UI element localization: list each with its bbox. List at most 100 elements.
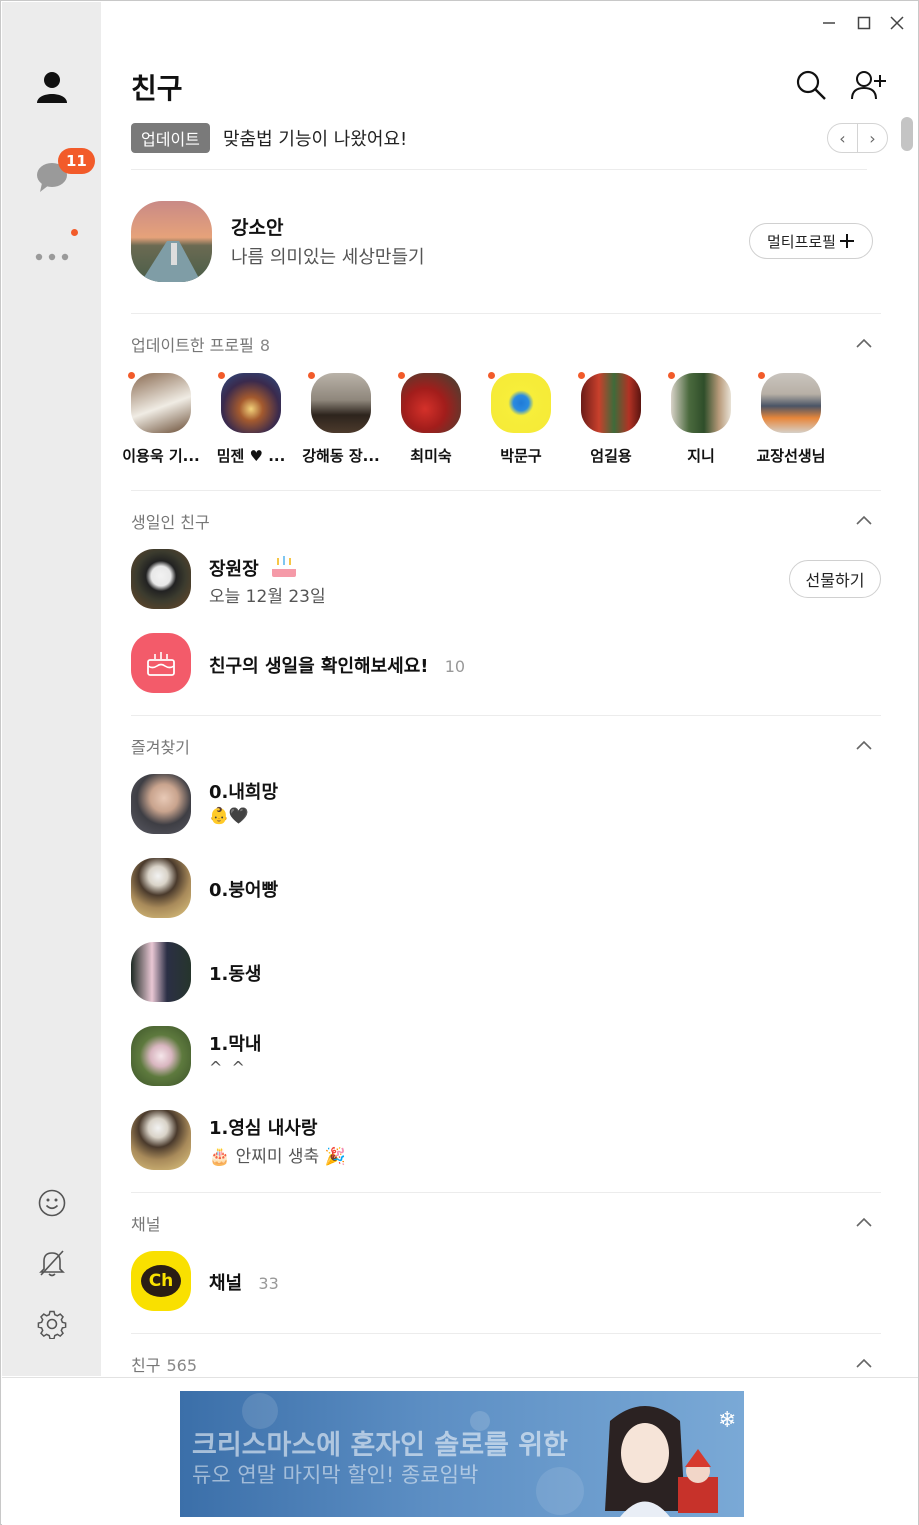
favorites-section-title[interactable]: 즐겨찾기 [131,734,190,758]
profile-name: 최미숙 [410,447,452,465]
favorite-name[interactable]: 1.영심 내사랑 [209,1114,317,1140]
favorite-avatar[interactable] [131,774,191,834]
person-icon [37,72,67,103]
chevron-up-icon[interactable] [853,1211,875,1233]
svg-text:❄: ❄ [718,1408,736,1433]
gift-button[interactable]: 선물하기 [789,560,881,598]
birthday-check-row[interactable]: 친구의 생일을 확인해보세요! 10 [209,652,465,678]
profile-name: 박문구 [500,447,542,465]
profile-name: 교장선생님 [756,447,826,465]
favorite-avatar[interactable] [131,942,191,1002]
updated-profiles-count: 8 [259,336,271,355]
divider [131,1333,881,1334]
profile-avatar [311,373,371,433]
chevron-up-icon[interactable] [853,1352,875,1374]
minimize-icon[interactable] [815,9,843,37]
ad-banner[interactable]: ❄ 크리스마스에 혼자인 솔로를 위한 듀오 연말 마지막 할인! 종료임박 [180,1391,744,1517]
profile-avatar [401,373,461,433]
cake-icon [271,556,296,577]
scrollbar-thumb[interactable] [901,117,913,151]
new-dot [398,372,405,379]
ad-headline: 크리스마스에 혼자인 솔로를 위한 [192,1430,568,1461]
divider [131,169,867,170]
my-profile-name: 강소안 [231,217,284,239]
channel-logo-text: Ch [141,1265,181,1297]
my-profile-avatar[interactable] [131,201,212,282]
profile-name: 지니 [687,447,715,465]
channel-row[interactable]: 채널 33 [209,1269,279,1295]
profile-avatar [671,373,731,433]
unread-badge: 11 [58,148,95,174]
new-dot [128,372,135,379]
smile-icon [38,1189,66,1217]
sidebar-item-settings[interactable] [27,1299,77,1349]
sidebar-item-emoticon[interactable] [27,1178,77,1228]
more-dots-icon [35,253,69,261]
profile-avatar [131,373,191,433]
update-badge: 업데이트 [131,123,210,153]
favorite-name[interactable]: 1.막내 [209,1030,261,1056]
channel-count: 33 [258,1274,279,1293]
ad-subline: 듀오 연말 마지막 할인! 종료임박 [192,1463,479,1487]
my-profile-status: 나름 의미있는 세상만들기 [231,247,425,268]
multi-profile-label: 멀티프로필 [766,232,836,251]
update-banner-text[interactable]: 맞춤법 기능이 나왔어요! [223,125,407,151]
bell-off-icon [39,1250,65,1277]
sidebar: 11 [2,2,101,1376]
banner-pager: ‹ › [827,123,888,153]
new-dot [71,229,78,236]
updated-profiles-header[interactable]: 업데이트한 프로필 8 [131,332,270,356]
favorite-avatar[interactable] [131,1110,191,1170]
gear-icon [37,1310,67,1339]
chevron-up-icon[interactable] [853,509,875,531]
new-dot [578,372,585,379]
favorite-status: 👶🖤 [209,806,249,825]
favorite-avatar[interactable] [131,858,191,918]
favorite-name[interactable]: 0.내희망 [209,778,278,804]
birthday-friend-avatar[interactable] [131,549,191,609]
birthday-friend-name[interactable]: 장원장 [209,553,299,581]
channel-logo[interactable]: Ch [131,1251,191,1311]
favorite-name[interactable]: 1.동생 [209,960,261,986]
close-icon[interactable] [883,9,911,37]
favorite-status: ^ ^ [209,1058,247,1077]
banner-next-button[interactable]: › [858,124,887,152]
updated-profiles-title: 업데이트한 프로필 [131,336,254,355]
profile-avatar [761,373,821,433]
channel-section-title[interactable]: 채널 [131,1211,160,1235]
birthday-check-count: 10 [444,657,466,676]
cake-outline-icon [147,652,175,676]
multi-profile-button[interactable]: 멀티프로필 [749,223,873,259]
ad-bar: ❄ 크리스마스에 혼자인 솔로를 위한 듀오 연말 마지막 할인! 종료임박 [2,1377,918,1525]
profile-avatar [491,373,551,433]
page-title: 친구 [131,72,183,105]
chevron-up-icon[interactable] [853,734,875,756]
new-dot [218,372,225,379]
divider [131,490,881,491]
sidebar-item-more[interactable] [27,232,77,282]
maximize-icon[interactable] [850,9,878,37]
profile-name: 엄길용 [590,447,632,465]
new-dot [308,372,315,379]
favorite-name[interactable]: 0.붕어빵 [209,876,278,902]
add-friend-button[interactable] [847,63,891,107]
sidebar-item-friends[interactable] [27,62,77,112]
friends-section-header[interactable]: 친구 565 [131,1352,197,1376]
birthday-check-label: 친구의 생일을 확인해보세요! [209,656,429,677]
search-button[interactable] [789,63,833,107]
banner-prev-button[interactable]: ‹ [828,124,858,152]
search-icon [796,70,826,100]
favorite-avatar[interactable] [131,1026,191,1086]
divider [131,313,881,314]
sidebar-item-notifications[interactable] [27,1238,77,1288]
birthday-check-icon[interactable] [131,633,191,693]
channel-name: 채널 [209,1273,243,1294]
profile-name: 강해동 장... [302,447,380,465]
divider [131,715,881,716]
birthday-section-title[interactable]: 생일인 친구 [131,509,210,533]
profile-avatar [581,373,641,433]
divider [131,1192,881,1193]
profile-name: 이용욱 기... [122,447,200,465]
friends-section-title: 친구 [131,1356,161,1375]
chevron-up-icon[interactable] [853,332,875,354]
